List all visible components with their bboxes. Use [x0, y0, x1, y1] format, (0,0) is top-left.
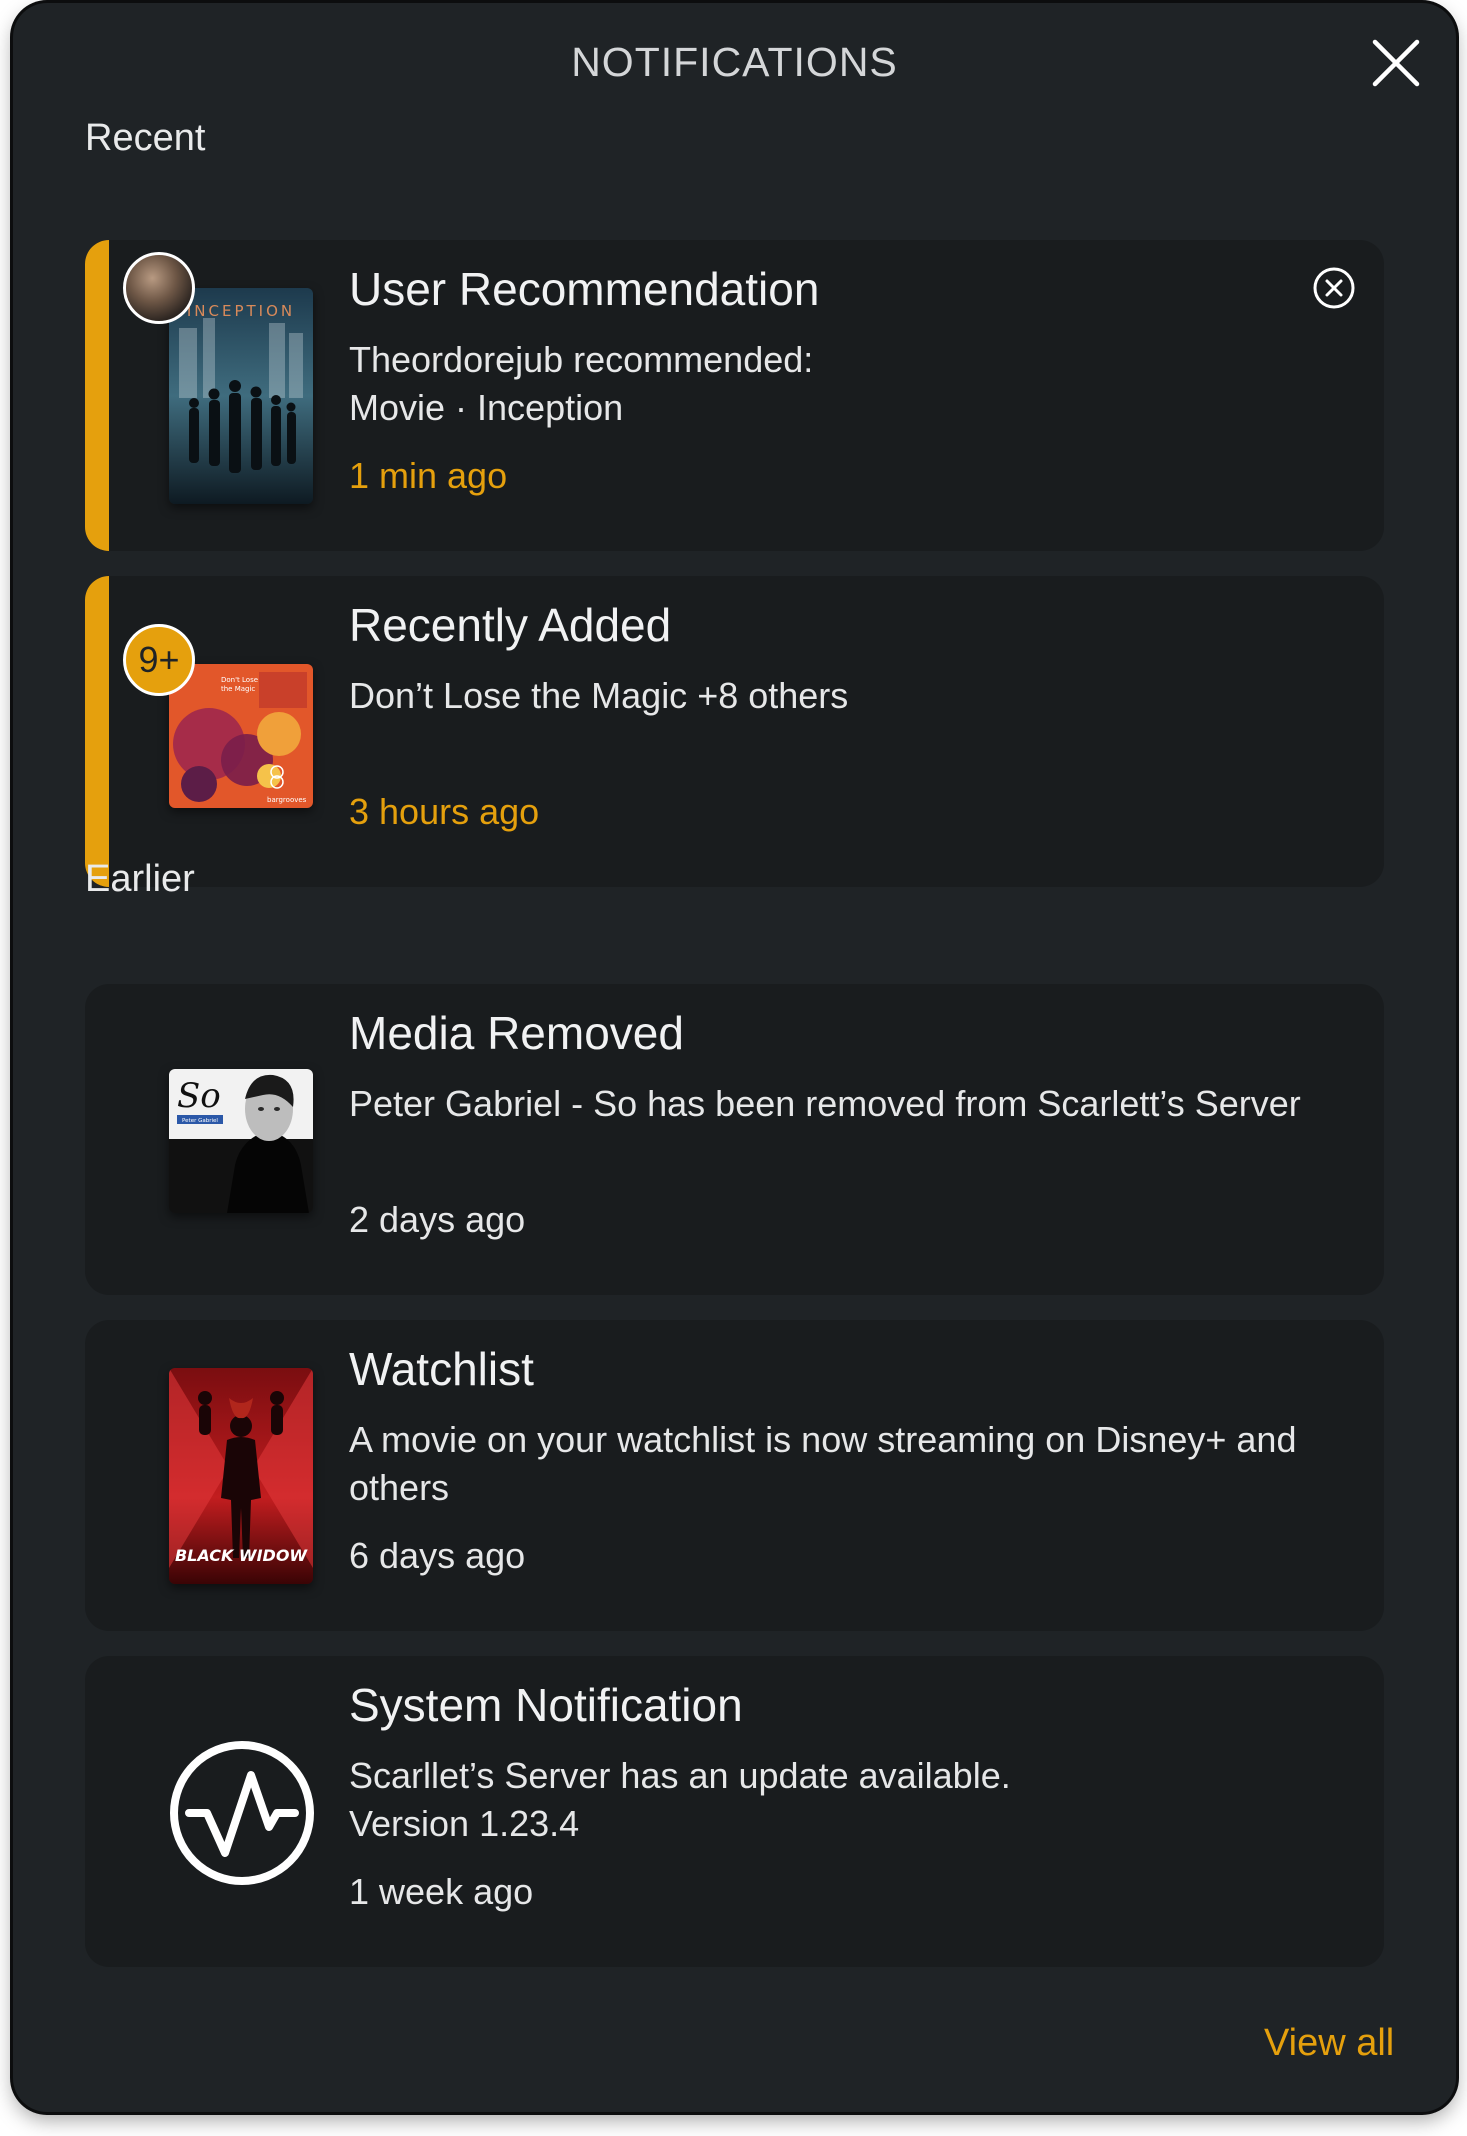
svg-text:Peter Gabriel: Peter Gabriel [182, 1118, 218, 1124]
count-badge: 9+ [123, 624, 195, 696]
notification-body-line: Movie · Inception [349, 387, 624, 428]
svg-text:BLACK WIDOW: BLACK WIDOW [175, 1546, 308, 1565]
notification-time: 1 min ago [349, 455, 508, 496]
avatar [123, 252, 195, 324]
notification-title: Media Removed [349, 1007, 684, 1059]
notification-time: 2 days ago [349, 1199, 526, 1240]
notification-body: Scarllet’s Server has an update availabl… [349, 1752, 1329, 1848]
notification-time: 1 week ago [349, 1871, 534, 1912]
notification-body: A movie on your watchlist is now streami… [349, 1419, 1297, 1508]
notification-body: Peter Gabriel - So has been removed from… [349, 1083, 1301, 1124]
notification-title: User Recommendation [349, 263, 820, 315]
svg-text:the Magic: the Magic [221, 685, 255, 693]
notification-card-media-removed[interactable]: So Peter Gabriel Media Removed Peter Gab… [85, 984, 1384, 1295]
notification-card-recently-added[interactable]: Don't Lose the Magic bargrooves 9+ Recen… [85, 576, 1384, 887]
section-label-recent: Recent [85, 117, 206, 159]
notification-body: Theordorejub recommended: Movie · Incept… [349, 336, 1329, 432]
unread-indicator [85, 576, 109, 887]
notifications-panel: NOTIFICATIONS Recent INCEPTION User Reco… [13, 3, 1456, 2112]
notification-body-line: Version 1.23.4 [349, 1803, 580, 1844]
notification-body: Don’t Lose the Magic +8 others [349, 675, 849, 716]
notification-title: System Notification [349, 1679, 743, 1731]
notification-time: 6 days ago [349, 1535, 526, 1576]
svg-text:INCEPTION: INCEPTION [187, 302, 295, 320]
svg-text:bargrooves: bargrooves [267, 796, 307, 804]
black-widow-poster: BLACK WIDOW [169, 1368, 313, 1584]
notification-body-line: Theordorejub recommended: [349, 339, 814, 380]
panel-title: NOTIFICATIONS [571, 39, 898, 85]
notification-time: 3 hours ago [349, 791, 540, 832]
notification-body-line: Scarllet’s Server has an update availabl… [349, 1755, 1011, 1796]
close-icon[interactable] [1369, 36, 1423, 90]
svg-text:Don't Lose: Don't Lose [221, 676, 258, 684]
close-circle-icon[interactable] [1312, 266, 1356, 310]
section-label-earlier: Earlier [85, 858, 195, 900]
view-all-link[interactable]: View all [1264, 2022, 1394, 2065]
notification-card-user-recommendation[interactable]: INCEPTION User Recommendation Theordorej… [85, 240, 1384, 551]
inception-poster: INCEPTION [169, 288, 313, 504]
dont-lose-the-magic-cover: Don't Lose the Magic bargrooves [169, 664, 313, 808]
notification-title: Recently Added [349, 599, 672, 651]
notification-card-watchlist[interactable]: BLACK WIDOW Watchlist A movie on your wa… [85, 1320, 1384, 1631]
notification-card-system[interactable]: System Notification Scarllet’s Server ha… [85, 1656, 1384, 1967]
unread-indicator [85, 240, 109, 551]
svg-text:So: So [177, 1076, 221, 1116]
notification-title: Watchlist [349, 1343, 534, 1395]
peter-gabriel-so-cover: So Peter Gabriel [169, 1069, 313, 1213]
activity-pulse-icon [170, 1741, 314, 1885]
